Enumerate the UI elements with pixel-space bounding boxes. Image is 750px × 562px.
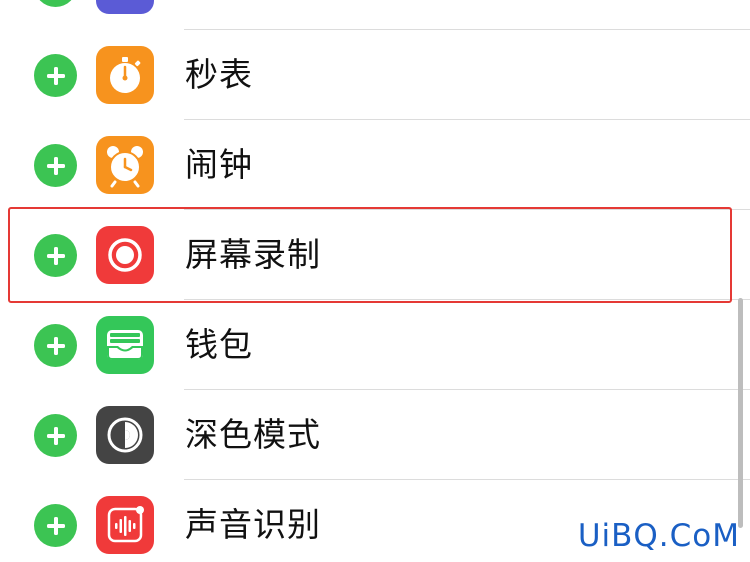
list-item-wallet[interactable]: 钱包 [0,300,750,390]
list-item-stopwatch[interactable]: 秒表 [0,30,750,120]
dark-mode-icon [96,406,154,464]
item-label: 声音识别 [185,505,321,544]
add-button[interactable] [34,54,77,97]
add-button[interactable] [34,504,77,547]
stopwatch-icon [96,46,154,104]
more-controls-list: 秒表 闹钟 屏幕录制 钱包 深色模式 声音识别 [0,0,750,562]
sound-recognition-icon [96,496,154,554]
item-label: 深色模式 [185,415,321,454]
add-button[interactable] [34,324,77,367]
plus-icon [46,516,65,535]
add-button[interactable] [34,144,77,187]
scrollbar[interactable] [738,298,743,528]
item-label: 钱包 [185,325,253,364]
item-label: 闹钟 [185,145,253,184]
alarm-clock-icon [96,136,154,194]
plus-icon [46,156,65,175]
screen-record-icon [96,226,154,284]
list-item-alarm[interactable]: 闹钟 [0,120,750,210]
add-button[interactable] [34,234,77,277]
plus-icon [46,426,65,445]
wallet-icon [96,316,154,374]
item-label: 秒表 [185,55,253,94]
add-button[interactable] [34,414,77,457]
list-item[interactable] [0,0,750,30]
plus-icon [46,336,65,355]
add-button[interactable] [34,0,77,7]
list-item-dark-mode[interactable]: 深色模式 [0,390,750,480]
plus-icon [46,66,65,85]
plus-icon [46,246,65,265]
control-icon [96,0,154,14]
control-center-settings-screen: 秒表 闹钟 屏幕录制 钱包 深色模式 声音识别 UiBQ.CoM [0,0,750,562]
item-label: 屏幕录制 [185,235,321,274]
list-item-screen-recording[interactable]: 屏幕录制 [0,210,750,300]
watermark: UiBQ.CoM [577,518,740,554]
